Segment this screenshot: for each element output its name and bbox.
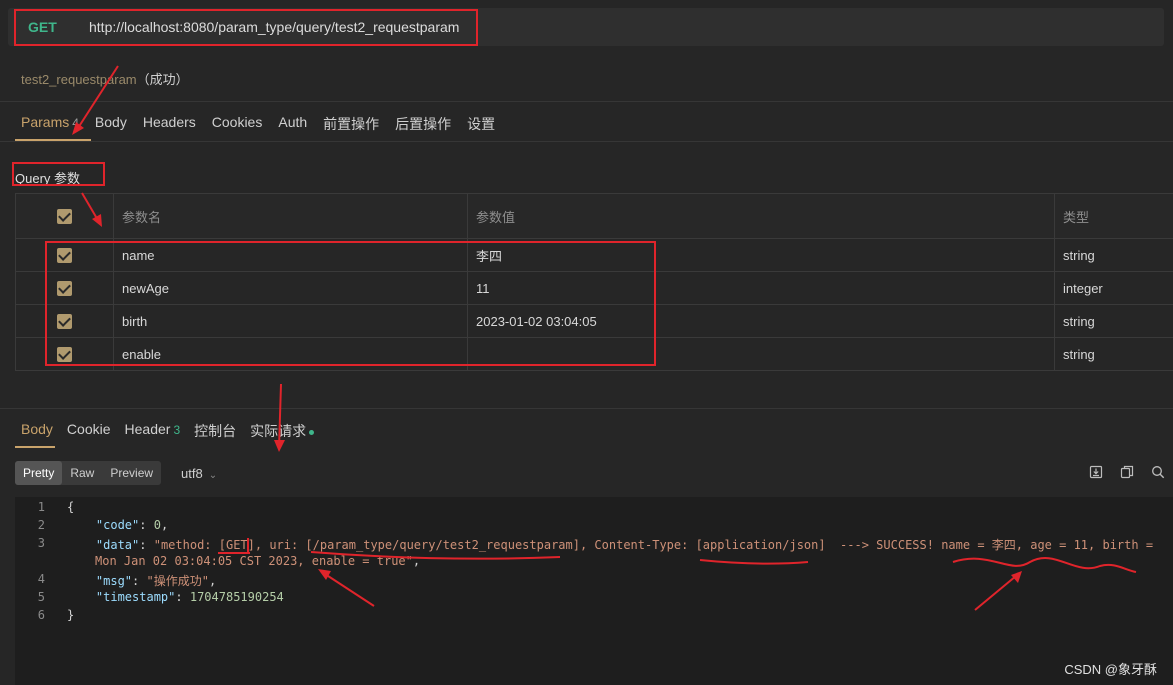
request-url[interactable]: http://localhost:8080/param_type/query/t… [89, 19, 459, 35]
line-number: 1 [37, 500, 45, 514]
line-number: 3 [37, 536, 45, 550]
tab-settings[interactable]: 设置 [467, 114, 495, 134]
json-key: "timestamp" [95, 590, 176, 604]
row-checkbox[interactable] [57, 248, 72, 264]
params-count: 4 [72, 116, 79, 130]
view-mode-pretty[interactable]: Pretty [15, 461, 63, 485]
response-body-editor[interactable]: 1 { 2 "code": 0, 3 "data": "method: [GET… [15, 497, 1173, 685]
http-method[interactable]: GET [28, 19, 57, 35]
table-row: birth 2023-01-02 03:04:05 string [15, 304, 1173, 338]
param-type[interactable]: string [1054, 238, 1173, 272]
line-number: 2 [37, 518, 45, 532]
param-value[interactable] [467, 337, 1055, 371]
chevron-down-icon: ⌄ [208, 469, 218, 481]
copy-icon[interactable] [1120, 465, 1134, 479]
request-tabs: Params 4 Body Headers Cookies Auth 前置操作 后… [21, 114, 511, 134]
tab-pre-request[interactable]: 前置操作 [323, 114, 379, 134]
divider [0, 408, 1173, 409]
watermark: CSDN @象牙酥 [1064, 662, 1157, 677]
json-value: "method: [GET], uri: [/param_type/query/… [153, 538, 1154, 552]
response-tabs: Body Cookie Header 3 控制台 实际请求 [21, 421, 328, 441]
row-checkbox-cell [15, 337, 114, 371]
param-value[interactable]: 11 [467, 271, 1055, 305]
row-checkbox[interactable] [57, 314, 72, 330]
table-row: newAge 11 integer [15, 271, 1173, 305]
param-value[interactable]: 2023-01-02 03:04:05 [467, 304, 1055, 338]
select-all-cell [15, 193, 114, 239]
param-name[interactable]: enable [113, 337, 468, 371]
row-checkbox[interactable] [57, 281, 72, 297]
request-status: （成功） [136, 72, 189, 87]
active-response-tab-indicator [15, 446, 55, 448]
divider [0, 141, 1173, 142]
column-header-value: 参数值 [467, 193, 1055, 239]
json-value: 1704785190254 [189, 590, 284, 604]
line-content: } [67, 608, 75, 622]
column-header-type: 类型 [1054, 193, 1173, 239]
tab-headers[interactable]: Headers [143, 114, 196, 134]
download-icon[interactable] [1089, 465, 1103, 479]
response-tab-actual-request[interactable]: 实际请求 [250, 421, 315, 441]
row-checkbox-cell [15, 271, 114, 305]
response-tab-body[interactable]: Body [21, 421, 53, 441]
url-bar[interactable]: GET http://localhost:8080/param_type/que… [8, 8, 1164, 46]
param-type[interactable]: string [1054, 337, 1173, 371]
view-mode-preview[interactable]: Preview [102, 461, 161, 485]
response-view-bar: Pretty Raw Preview utf8 ⌄ [15, 461, 217, 485]
param-type[interactable]: integer [1054, 271, 1173, 305]
tab-params[interactable]: Params 4 [21, 114, 79, 134]
request-title: test2_requestparam（成功） [21, 69, 189, 88]
line-number: 4 [37, 572, 45, 586]
row-checkbox-cell [15, 238, 114, 272]
select-all-checkbox[interactable] [57, 209, 72, 225]
response-toolbar [1089, 465, 1165, 479]
tab-auth[interactable]: Auth [278, 114, 307, 134]
header-count: 3 [173, 423, 181, 437]
json-key: "data" [95, 538, 140, 552]
status-dot-icon [309, 429, 315, 435]
column-header-name: 参数名 [113, 193, 468, 239]
tab-post-request[interactable]: 后置操作 [395, 114, 451, 134]
response-tab-console[interactable]: 控制台 [194, 421, 236, 441]
param-name[interactable]: birth [113, 304, 468, 338]
annotation-arrowhead [274, 440, 285, 452]
param-value[interactable]: 李四 [467, 238, 1055, 272]
view-mode-raw[interactable]: Raw [62, 461, 102, 485]
json-value: "操作成功" [146, 574, 209, 588]
view-mode-switch: Pretty Raw Preview [15, 461, 162, 485]
line-number: 6 [37, 608, 45, 622]
param-name[interactable]: newAge [113, 271, 468, 305]
line-content: { [67, 500, 75, 514]
request-name: test2_requestparam [21, 72, 137, 87]
query-section-label: Query 参数 [15, 171, 81, 186]
row-checkbox-cell [15, 304, 114, 338]
json-key: "code" [95, 518, 140, 532]
table-header-row: 参数名 参数值 类型 [15, 193, 1173, 239]
query-params-table: 参数名 参数值 类型 name 李四 string newAge 11 inte… [15, 193, 1173, 371]
response-tab-header[interactable]: Header 3 [125, 421, 181, 441]
param-name[interactable]: name [113, 238, 468, 272]
encoding-select[interactable]: utf8 ⌄ [181, 466, 217, 481]
response-tab-cookie[interactable]: Cookie [67, 421, 111, 441]
search-icon[interactable] [1151, 465, 1165, 479]
json-value-continuation: Mon Jan 02 03:04:05 CST 2023, enable = t… [95, 554, 413, 568]
table-row: name 李四 string [15, 238, 1173, 272]
json-key: "msg" [95, 574, 133, 588]
divider [0, 101, 1173, 102]
param-type[interactable]: string [1054, 304, 1173, 338]
json-value: 0 [153, 518, 161, 532]
row-checkbox[interactable] [57, 347, 72, 363]
tab-cookies[interactable]: Cookies [212, 114, 263, 134]
line-number: 5 [37, 590, 45, 604]
tab-body[interactable]: Body [95, 114, 127, 134]
table-row: enable string [15, 337, 1173, 371]
